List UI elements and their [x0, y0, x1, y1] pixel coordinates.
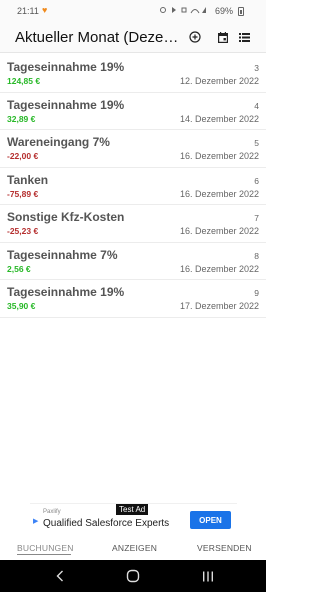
status-icons — [160, 5, 208, 17]
add-circle-icon[interactable] — [186, 28, 204, 46]
booking-number: 4 — [254, 100, 259, 111]
test-ad-badge: Test Ad — [116, 504, 149, 515]
adchoices-icon[interactable]: ▶ — [33, 517, 38, 525]
status-bar: 21:11 ♥ 69% — [0, 0, 266, 22]
tab-bookings-indicator — [17, 554, 71, 555]
toolbar-divider — [0, 52, 266, 53]
booking-title: Sonstige Kfz-Kosten — [7, 210, 125, 224]
booking-amount: -75,89 € — [7, 188, 39, 199]
booking-number: 7 — [254, 213, 259, 223]
back-icon[interactable] — [51, 568, 69, 584]
battery-percent: 69% — [215, 6, 234, 16]
ad-brand: Paxlify — [43, 509, 61, 515]
tab-show[interactable]: ANZEIGEN — [112, 543, 157, 553]
booking-date: 16. Dezember 2022 — [179, 188, 259, 199]
booking-number: 8 — [254, 250, 259, 261]
booking-row[interactable]: Tanken 6 -75,89 € 16. Dezember 2022 — [0, 168, 266, 205]
bottom-tabbar: BUCHUNGEN ANZEIGEN VERSENDEN — [0, 538, 266, 560]
booking-row[interactable]: Tageseinnahme 19% 3 124,85 € 12. Dezember 2… — [0, 55, 266, 93]
ad-headline[interactable]: Qualified Salesforce Experts — [43, 518, 169, 529]
booking-number: 3 — [254, 63, 259, 73]
booking-number: 6 — [254, 175, 259, 186]
booking-title: Tageseinnahme 19% — [7, 97, 125, 112]
ad-banner[interactable]: Test Ad ▶ Paxlify Qualified Salesforce E… — [30, 503, 237, 537]
heart-notification-icon: ♥ — [42, 5, 48, 15]
booking-amount: 124,85 € — [7, 76, 41, 86]
booking-date: 17. Dezember 2022 — [179, 301, 259, 311]
booking-row[interactable]: Wareneingang 7% 5 -22,00 € 16. Dezember 202… — [0, 130, 266, 168]
booking-amount: -22,00 € — [7, 151, 39, 161]
booking-number: 5 — [254, 138, 259, 148]
recent-apps-icon[interactable] — [199, 568, 217, 584]
booking-date: 14. Dezember 2022 — [179, 113, 259, 124]
booking-row[interactable]: Tageseinnahme 7% 8 2,56 € 16. Dezember 2022 — [0, 243, 266, 280]
booking-title: Tageseinnahme 19% — [7, 60, 125, 74]
home-icon[interactable] — [124, 568, 142, 584]
tab-send[interactable]: VERSENDEN — [197, 543, 252, 553]
ad-open-button[interactable]: OPEN — [190, 511, 231, 529]
booking-date: 16. Dezember 2022 — [179, 151, 259, 161]
booking-title: Wareneingang 7% — [7, 135, 110, 149]
booking-date: 16. Dezember 2022 — [179, 263, 259, 274]
booking-amount: 2,56 € — [7, 263, 31, 274]
booking-date: 16. Dezember 2022 — [179, 226, 259, 236]
app-toolbar: Aktueller Monat (Dezember 2022) — [0, 22, 266, 52]
toolbar-title: Aktueller Monat (Dezember 2022) — [15, 29, 183, 46]
booking-amount: -25,23 € — [7, 226, 39, 236]
booking-date: 12. Dezember 2022 — [179, 76, 259, 86]
calendar-icon[interactable] — [214, 28, 232, 46]
booking-title: Tageseinnahme 7% — [7, 247, 118, 262]
signal-icons — [160, 7, 206, 14]
booking-row[interactable]: Tageseinnahme 19% 9 35,90 € 17. Dezember 20… — [0, 280, 266, 318]
booking-title: Tanken — [7, 172, 49, 187]
booking-title: Tageseinnahme 19% — [7, 285, 125, 299]
booking-amount: 35,90 € — [7, 301, 36, 311]
battery-icon — [238, 7, 244, 16]
booking-row[interactable]: Sonstige Kfz-Kosten 7 -25,23 € 16. Dezember… — [0, 205, 266, 243]
system-navbar — [0, 560, 266, 592]
list-icon[interactable] — [235, 28, 253, 46]
booking-number: 9 — [254, 288, 259, 298]
booking-amount: 32,89 € — [7, 113, 36, 124]
booking-list: Tageseinnahme 19% 3 124,85 € 12. Dezember 2… — [0, 55, 266, 318]
tab-bookings[interactable]: BUCHUNGEN — [17, 543, 74, 553]
status-time: 21:11 — [17, 6, 39, 16]
row-divider — [0, 316, 266, 318]
booking-row[interactable]: Tageseinnahme 19% 4 32,89 € 14. Dezember 20… — [0, 93, 266, 130]
